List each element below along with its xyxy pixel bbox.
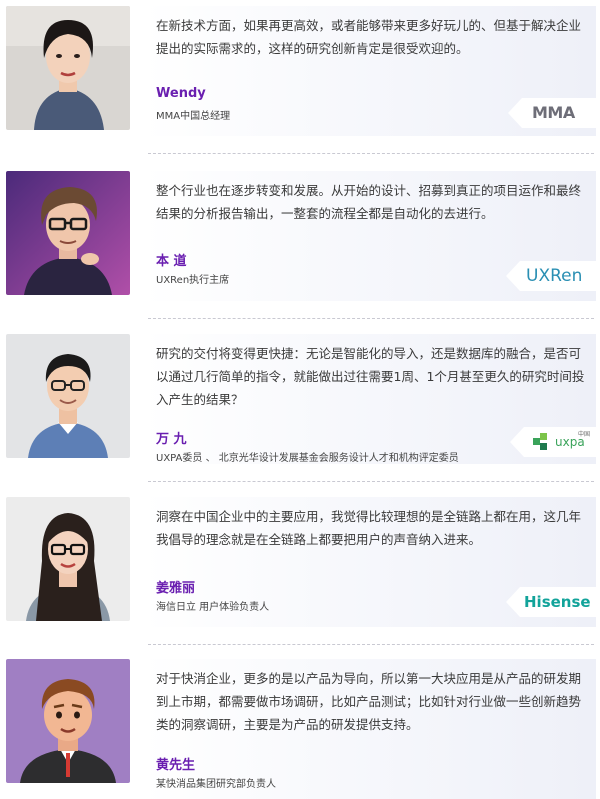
uxren-logo: UXRen	[526, 266, 583, 286]
person-role: UXPA委员 、 北京光华设计发展基金会服务设计人才和机构评定委员	[156, 453, 459, 464]
testimonial-card: 洞察在中国企业中的主要应用，我觉得比较理想的是全链路上都在用，这几年我倡导的理念…	[0, 497, 600, 637]
divider	[148, 481, 594, 482]
testimonial-quote: 对于快消企业，更多的是以产品为导向，所以第一大块应用是从产品的研发期到上市期，都…	[156, 671, 582, 732]
uxpa-mark-icon	[533, 433, 547, 450]
avatar	[6, 6, 130, 130]
person-name: 姜雅丽	[156, 581, 196, 596]
company-logo-tab: uxpa 中国	[510, 427, 596, 457]
testimonial-body: 在新技术方面，如果再更高效，或者能够带来更多好玩儿的、但基于解决企业提出的实际需…	[144, 6, 596, 136]
testimonial-card: 研究的交付将变得更快捷：无论是智能化的导入，还是数据库的融合，是否可以通过几行简…	[0, 334, 600, 474]
person-role: UXRen执行主席	[156, 275, 230, 286]
avatar	[6, 659, 130, 783]
avatar	[6, 171, 130, 295]
testimonial-card: 整个行业也在逐步转变和发展。从开始的设计、招募到真正的项目运作和最终结果的分析报…	[0, 171, 600, 311]
mma-logo: MMA	[532, 103, 575, 122]
person-role: 海信日立 用户体验负责人	[156, 602, 270, 613]
testimonial-list: 在新技术方面，如果再更高效，或者能够带来更多好玩儿的、但基于解决企业提出的实际需…	[0, 0, 600, 799]
company-logo-tab: UXRen	[506, 261, 596, 291]
company-logo-tab: MMA	[508, 98, 596, 128]
testimonial-card: 在新技术方面，如果再更高效，或者能够带来更多好玩儿的、但基于解决企业提出的实际需…	[0, 6, 600, 146]
person-role: 某快消品集团研究部负责人	[156, 779, 276, 790]
person-name: Wendy	[156, 86, 206, 101]
testimonial-quote: 在新技术方面，如果再更高效，或者能够带来更多好玩儿的、但基于解决企业提出的实际需…	[156, 18, 582, 56]
person-name: 本 道	[156, 254, 187, 269]
person-name: 万 九	[156, 432, 187, 447]
avatar	[6, 334, 130, 458]
uxpa-logo-sub: 中国	[578, 431, 591, 438]
portrait-man-photo-icon	[6, 334, 130, 458]
illustrated-man-portrait-icon	[6, 171, 130, 295]
testimonial-body: 研究的交付将变得更快捷：无论是智能化的导入，还是数据库的融合，是否可以通过几行简…	[144, 334, 596, 464]
hisense-logo: Hisense	[524, 593, 591, 611]
testimonial-card: 对于快消企业，更多的是以产品为导向，所以第一大块应用是从产品的研发期到上市期，都…	[0, 659, 600, 799]
person-role: MMA中国总经理	[156, 111, 231, 122]
testimonial-body: 对于快消企业，更多的是以产品为导向，所以第一大块应用是从产品的研发期到上市期，都…	[144, 659, 596, 799]
divider	[148, 153, 594, 154]
portrait-woman-photo-icon	[6, 6, 130, 130]
testimonial-body: 洞察在中国企业中的主要应用，我觉得比较理想的是全链路上都在用，这几年我倡导的理念…	[144, 497, 596, 627]
testimonial-quote: 洞察在中国企业中的主要应用，我觉得比较理想的是全链路上都在用，这几年我倡导的理念…	[156, 509, 582, 547]
company-logo-tab: Hisense	[506, 587, 596, 617]
divider	[148, 644, 594, 645]
cartoon-man-avatar-icon	[6, 659, 130, 783]
testimonial-quote: 整个行业也在逐步转变和发展。从开始的设计、招募到真正的项目运作和最终结果的分析报…	[156, 183, 582, 221]
avatar	[6, 497, 130, 621]
person-name: 黄先生	[156, 758, 196, 773]
divider	[148, 318, 594, 319]
testimonial-body: 整个行业也在逐步转变和发展。从开始的设计、招募到真正的项目运作和最终结果的分析报…	[144, 171, 596, 301]
portrait-woman-glasses-photo-icon	[6, 497, 130, 621]
testimonial-quote: 研究的交付将变得更快捷：无论是智能化的导入，还是数据库的融合，是否可以通过几行简…	[156, 346, 585, 407]
